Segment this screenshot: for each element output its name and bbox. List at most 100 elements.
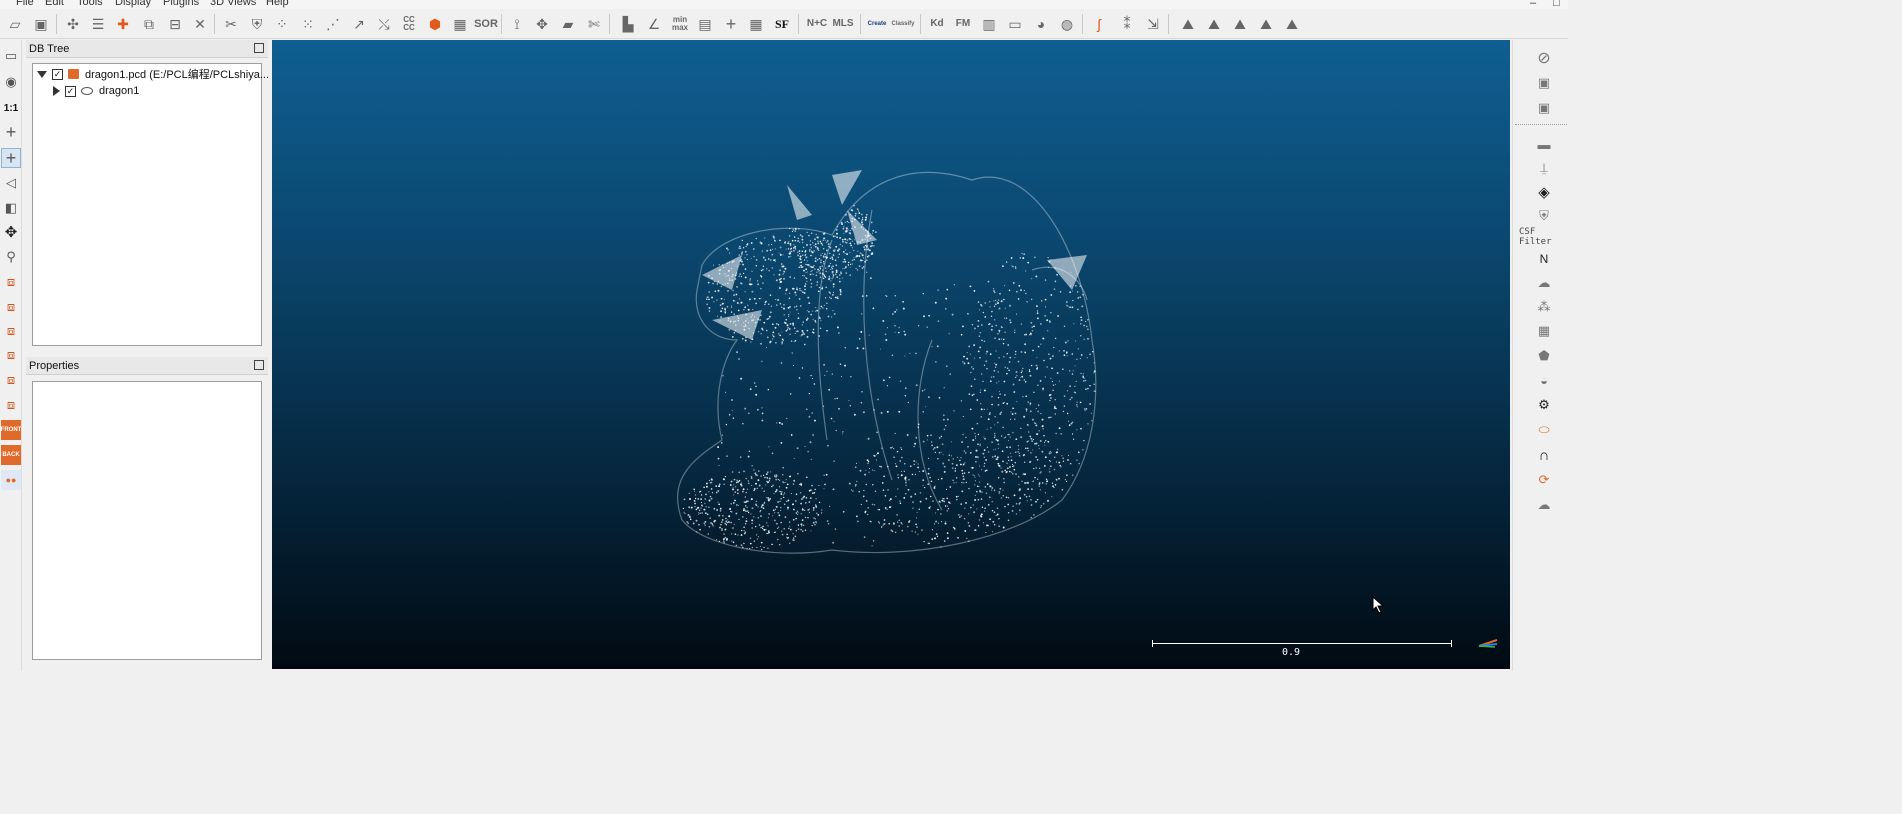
plane-icon[interactable]: ▰ (557, 13, 579, 35)
add-point-icon[interactable]: ✚ (112, 13, 134, 35)
mountain5-icon[interactable]: ⛰ (1281, 13, 1303, 35)
pivot-icon[interactable]: + (1, 122, 21, 142)
disable-icon[interactable]: ⊘ (1533, 48, 1555, 68)
curve-icon[interactable]: ʃ (1088, 13, 1110, 35)
clone-icon[interactable]: ⧉ (138, 13, 160, 35)
tree-row-file[interactable]: ✓ dragon1.pcd (E:/PCL编程/PCLshiya... (37, 66, 269, 82)
rsd-icon[interactable]: ◒ (1533, 370, 1555, 390)
shield2-icon[interactable]: ⛨ (1533, 206, 1555, 226)
box-icon[interactable]: ▭ (1004, 13, 1026, 35)
clapper-icon[interactable]: ▬ (1533, 134, 1555, 154)
camera-icon[interactable]: ◉ (1, 72, 21, 92)
cloud-export-icon[interactable]: ☁ (1533, 495, 1555, 515)
csf-filter-button[interactable]: CSF Filter (1519, 227, 1569, 247)
open-icon[interactable]: ▱ (4, 13, 26, 35)
table-icon[interactable]: ▤ (694, 13, 716, 35)
mesh-icon[interactable]: ⬢ (424, 13, 446, 35)
kd-icon[interactable]: Kd (926, 13, 948, 35)
sf-icon[interactable]: SF (771, 13, 793, 35)
brush-icon[interactable]: ⍊ (1533, 158, 1555, 178)
mountain1-icon[interactable]: ⛰ (1177, 13, 1199, 35)
compass-icon[interactable]: ◈ (1533, 182, 1555, 202)
front-view-icon[interactable]: ⧈ (1, 297, 21, 317)
mountain3-icon[interactable]: ⛰ (1229, 13, 1251, 35)
perspective-icon[interactable]: ◁ (1, 173, 21, 193)
menu-3d-views[interactable]: 3D Views (210, 0, 256, 8)
menu-file[interactable]: File (16, 0, 34, 8)
tree-item-label[interactable]: dragon1 (99, 85, 139, 97)
arch-icon[interactable]: ∩ (1533, 445, 1555, 465)
sphere-icon[interactable]: ◕ (1030, 13, 1052, 35)
visibility-checkbox[interactable]: ✓ (52, 68, 63, 80)
3d-viewport[interactable]: 0.9 (272, 40, 1510, 669)
list-icon[interactable]: ☰ (87, 13, 109, 35)
zoom-icon[interactable]: ⚲ (1, 247, 21, 267)
register-icon[interactable]: ↗ (348, 13, 370, 35)
fm-icon[interactable]: FM (952, 13, 974, 35)
translate-icon[interactable]: ✥ (531, 13, 553, 35)
maximize-button[interactable]: □ (1553, 0, 1560, 9)
sss-icon[interactable]: ▣ (1533, 98, 1555, 118)
menu-display[interactable]: Display (115, 0, 151, 8)
north-icon[interactable]: N (1533, 249, 1555, 269)
top-view-icon[interactable]: ⧈ (1, 272, 21, 292)
pcv-icon[interactable]: ▦ (1533, 321, 1555, 341)
display-icon[interactable]: ▭ (1, 46, 21, 66)
zoom-1to1-icon[interactable]: 1:1 (1, 98, 21, 118)
view-mode-icon[interactable]: ◧ (1, 198, 21, 218)
scissors-icon[interactable]: ✄ (583, 13, 605, 35)
gear-icon[interactable]: ⚙ (1533, 395, 1555, 415)
bottom-view-icon[interactable]: ⧈ (1, 395, 21, 415)
merge-icon[interactable]: ⊟ (164, 13, 186, 35)
subsample-icon[interactable]: ⁘ (271, 13, 293, 35)
delete-icon[interactable]: ✕ (189, 13, 211, 35)
minmax-icon[interactable]: min max (669, 13, 691, 35)
ellipse-icon[interactable]: ⬭ (1533, 420, 1555, 440)
menu-edit[interactable]: Edit (45, 0, 64, 8)
picking-icon[interactable]: ✣ (62, 13, 84, 35)
float-panel-icon[interactable] (254, 43, 264, 53)
calculator-icon[interactable]: ▦ (745, 13, 767, 35)
canupo-classify-icon[interactable]: Classify (892, 13, 915, 35)
hpr-icon[interactable]: ☁ (1533, 273, 1555, 293)
menu-tools[interactable]: Tools (77, 0, 103, 8)
polygon-icon[interactable]: ⬟ (1533, 346, 1555, 366)
sor-icon[interactable]: SOR (474, 13, 498, 35)
plus-icon[interactable]: + (720, 13, 742, 35)
checker-icon[interactable]: ▦ (449, 13, 471, 35)
menu-help[interactable]: Help (266, 0, 289, 8)
histogram-icon[interactable]: ▙ (617, 13, 639, 35)
right-view-icon[interactable]: ⧈ (1, 370, 21, 390)
move-icon[interactable]: ✥ (1, 222, 21, 242)
segment-icon[interactable]: ✂ (220, 13, 242, 35)
back-iso-icon[interactable]: BACK (1, 445, 21, 465)
grid-icon[interactable]: ▥ (978, 13, 1000, 35)
save-icon[interactable]: ▣ (30, 13, 52, 35)
stereo-icon[interactable]: ●● (1, 470, 21, 490)
cdl-icon[interactable]: ▣ (1533, 73, 1555, 93)
mls-icon[interactable]: MLS (832, 13, 854, 35)
front-iso-icon[interactable]: FRONT (1, 420, 21, 440)
cc-icon[interactable]: CC CC (398, 13, 420, 35)
fine-register-icon[interactable]: ⤯ (373, 13, 395, 35)
scatter-icon[interactable]: ⁑ (1116, 13, 1138, 35)
normals-icon[interactable]: N+C (806, 13, 828, 35)
left-view-icon[interactable]: ⧈ (1, 321, 21, 341)
globe-icon[interactable]: ◍ (1056, 13, 1078, 35)
shield-icon[interactable]: ⛨ (246, 13, 268, 35)
expand-arrow-icon[interactable] (53, 86, 60, 96)
pivot-auto-icon[interactable]: + (1, 148, 21, 168)
mountain2-icon[interactable]: ⛰ (1203, 13, 1225, 35)
octree-icon[interactable]: ⁙ (297, 13, 319, 35)
menu-plugins[interactable]: Plugins (163, 0, 199, 8)
animation-icon[interactable]: ⟳ (1533, 470, 1555, 490)
visibility-checkbox[interactable]: ✓ (65, 85, 76, 97)
collapse-arrow-icon[interactable] (37, 70, 47, 78)
tree-row-cloud[interactable]: ✓ dragon1 (53, 83, 139, 99)
back-view-icon[interactable]: ⧈ (1, 345, 21, 365)
canupo-create-icon[interactable]: Create (866, 13, 888, 35)
mountain4-icon[interactable]: ⛰ (1255, 13, 1277, 35)
m3c2-icon[interactable]: ⁂ (1533, 297, 1555, 317)
minimize-button[interactable]: – (1530, 0, 1536, 9)
align-icon[interactable]: ⋰ (322, 13, 344, 35)
